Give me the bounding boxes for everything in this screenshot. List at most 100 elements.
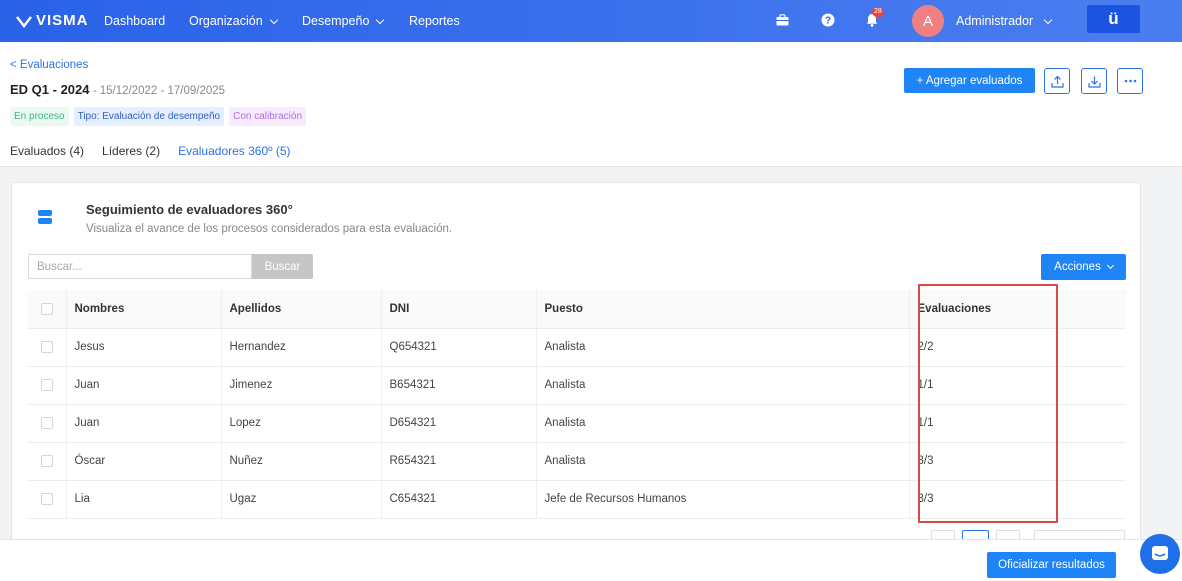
briefcase-icon[interactable] <box>774 12 790 28</box>
table-row[interactable]: Óscar Nuñez R654321 Analista 3/3 <box>28 442 1126 481</box>
visma-logo[interactable]: VISMA <box>16 12 89 29</box>
nav-organizacion[interactable]: Organización <box>189 14 278 28</box>
svg-text:?: ? <box>825 16 831 27</box>
evaluation-dates: - 15/12/2022 - 17/09/2025 <box>89 85 226 97</box>
search-button[interactable]: Buscar <box>252 254 313 279</box>
acciones-button[interactable]: Acciones <box>1041 254 1126 280</box>
avatar[interactable]: A <box>912 5 944 37</box>
cell-dni: B654321 <box>380 366 536 405</box>
status-badge: En proceso <box>10 107 69 126</box>
server-icon <box>38 210 52 224</box>
back-to-evaluaciones-link[interactable]: < Evaluaciones <box>10 59 88 71</box>
cell-evaluaciones: 3/3 <box>908 480 1126 519</box>
cell-puesto: Analista <box>535 328 909 367</box>
column-header-puesto[interactable]: Puesto <box>535 290 909 329</box>
cell-puesto: Jefe de Recursos Humanos <box>535 480 909 519</box>
select-all-checkbox[interactable] <box>40 302 53 315</box>
cell-apellidos: Nuñez <box>220 442 381 481</box>
chevron-down-icon <box>1106 261 1114 270</box>
tab-lideres[interactable]: Líderes (2) <box>102 144 160 168</box>
notification-badge: 28 <box>872 7 884 17</box>
cell-puesto: Analista <box>535 442 909 481</box>
nav-desempeno[interactable]: Desempeño <box>302 14 385 28</box>
tab-evaluadores-360[interactable]: Evaluadores 360º (5) <box>178 144 291 168</box>
top-navbar: VISMA Dashboard Organización Desempeño R… <box>0 0 1182 42</box>
app-brand-button[interactable]: ü <box>1087 5 1140 33</box>
add-evaluados-button[interactable]: + Agregar evaluados <box>904 68 1035 93</box>
nav-desempeno-label: Desempeño <box>302 14 370 28</box>
row-checkbox[interactable] <box>40 378 53 391</box>
table-row[interactable]: Lia Ugaz C654321 Jefe de Recursos Humano… <box>28 480 1126 519</box>
column-header-apellidos[interactable]: Apellidos <box>220 290 381 329</box>
search-input[interactable] <box>28 254 252 279</box>
cell-nombres: Juan <box>65 404 221 443</box>
cell-apellidos: Jimenez <box>220 366 381 405</box>
cell-puesto: Analista <box>535 404 909 443</box>
brand-badge-text: ü <box>1108 9 1119 28</box>
column-header-dni[interactable]: DNI <box>380 290 536 329</box>
row-checkbox[interactable] <box>40 454 53 467</box>
cell-evaluaciones: 3/3 <box>908 442 1126 481</box>
avatar-letter: A <box>922 12 933 30</box>
calibration-badge: Con calibración <box>229 107 307 126</box>
cell-dni: D654321 <box>380 404 536 443</box>
upload-button[interactable] <box>1044 68 1070 94</box>
ellipsis-icon <box>1124 79 1136 83</box>
user-name: Administrador <box>956 14 1034 28</box>
table-row[interactable]: Juan Jimenez B654321 Analista 1/1 <box>28 366 1126 405</box>
cell-evaluaciones: 2/2 <box>908 328 1126 367</box>
card-subtitle: Visualiza el avance de los procesos cons… <box>86 223 453 235</box>
evaluadores-table: Nombres Apellidos DNI Puesto Evaluacione… <box>28 290 1126 519</box>
evaluation-title: ED Q1 - 2024 - 15/12/2022 - 17/09/2025 <box>10 82 225 97</box>
row-select-cell <box>28 404 66 443</box>
cell-nombres: Jesus <box>65 328 221 367</box>
row-select-cell <box>28 480 66 519</box>
nav-dashboard[interactable]: Dashboard <box>104 14 165 28</box>
cell-dni: Q654321 <box>380 328 536 367</box>
officialize-results-button[interactable]: Oficializar resultados <box>987 552 1116 578</box>
more-options-button[interactable] <box>1117 68 1143 94</box>
table-header-row: Nombres Apellidos DNI Puesto Evaluacione… <box>28 290 1126 329</box>
upload-icon <box>1050 75 1064 88</box>
cell-apellidos: Ugaz <box>220 480 381 519</box>
row-select-cell <box>28 442 66 481</box>
evaluadores-360-card: Seguimiento de evaluadores 360° Visualiz… <box>11 182 1141 542</box>
acciones-label: Acciones <box>1054 261 1101 273</box>
visma-logo-icon <box>16 15 32 28</box>
chevron-down-icon <box>376 15 385 24</box>
column-header-nombres[interactable]: Nombres <box>65 290 221 329</box>
nav-organizacion-label: Organización <box>189 14 263 28</box>
select-all-cell <box>28 290 66 329</box>
type-badge: Tipo: Evaluación de desempeño <box>73 107 225 126</box>
cell-puesto: Analista <box>535 366 909 405</box>
cell-apellidos: Hernandez <box>220 328 381 367</box>
logo-text: VISMA <box>36 12 89 29</box>
tab-evaluados[interactable]: Evaluados (4) <box>10 144 84 168</box>
cell-evaluaciones: 1/1 <box>908 366 1126 405</box>
column-header-evaluaciones[interactable]: Evaluaciones <box>908 290 1126 329</box>
cell-apellidos: Lopez <box>220 404 381 443</box>
card-title: Seguimiento de evaluadores 360° <box>86 202 293 217</box>
row-checkbox[interactable] <box>40 340 53 353</box>
nav-dashboard-label: Dashboard <box>104 14 166 28</box>
row-checkbox[interactable] <box>40 492 53 505</box>
row-select-cell <box>28 366 66 405</box>
row-checkbox[interactable] <box>40 416 53 429</box>
evaluation-name: ED Q1 - 2024 <box>10 82 90 97</box>
table-row[interactable]: Jesus Hernandez Q654321 Analista 2/2 <box>28 328 1126 367</box>
chat-button[interactable] <box>1140 534 1180 574</box>
evaluation-tags: En proceso Tipo: Evaluación de desempeño… <box>10 107 307 126</box>
download-icon <box>1087 76 1101 88</box>
cell-dni: R654321 <box>380 442 536 481</box>
cell-dni: C654321 <box>380 480 536 519</box>
user-menu[interactable]: Administrador <box>956 14 1053 28</box>
chevron-down-icon <box>1043 15 1053 24</box>
help-icon[interactable]: ? <box>820 12 836 28</box>
nav-reportes[interactable]: Reportes <box>409 14 460 28</box>
cell-nombres: Juan <box>65 366 221 405</box>
download-button[interactable] <box>1081 68 1107 94</box>
cell-nombres: Óscar <box>65 442 221 481</box>
table-row[interactable]: Juan Lopez D654321 Analista 1/1 <box>28 404 1126 443</box>
nav-reportes-label: Reportes <box>409 14 460 28</box>
cell-evaluaciones: 1/1 <box>908 404 1126 443</box>
